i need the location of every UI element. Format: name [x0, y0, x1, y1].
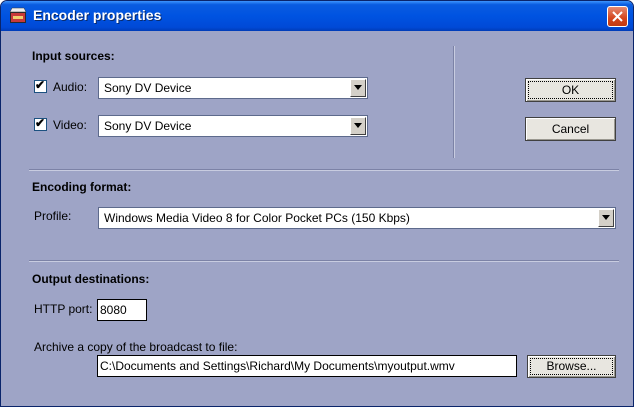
video-check-mark: ✔: [35, 116, 46, 130]
http-port-input[interactable]: 8080: [97, 299, 147, 321]
vertical-divider: [453, 46, 455, 158]
encoder-app-icon: [9, 7, 27, 23]
video-device-select[interactable]: Sony DV Device: [98, 115, 368, 137]
http-port-value: 8080: [100, 303, 127, 317]
input-sources-heading: Input sources:: [32, 49, 115, 63]
section-divider-1: [29, 169, 619, 171]
chevron-down-icon: [602, 215, 610, 220]
profile-dropdown-button[interactable]: [598, 209, 614, 227]
archive-label: Archive a copy of the broadcast to file:: [34, 340, 238, 354]
output-destinations-heading: Output destinations:: [32, 272, 150, 286]
audio-checkbox[interactable]: ✔: [34, 78, 47, 93]
ok-button[interactable]: OK: [525, 78, 616, 102]
encoder-properties-dialog: Encoder properties Input sources: ✔ Audi…: [0, 0, 634, 407]
video-label: Video:: [53, 118, 87, 132]
video-device-value: Sony DV Device: [104, 119, 192, 133]
cancel-button[interactable]: Cancel: [525, 117, 616, 141]
close-button[interactable]: [607, 6, 628, 27]
video-dropdown-button[interactable]: [350, 117, 366, 135]
audio-device-select[interactable]: Sony DV Device: [98, 77, 368, 99]
profile-select[interactable]: Windows Media Video 8 for Color Pocket P…: [98, 207, 616, 229]
browse-button[interactable]: Browse...: [527, 355, 616, 378]
archive-path-input[interactable]: C:\Documents and Settings\Richard\My Doc…: [97, 355, 517, 377]
http-port-label: HTTP port:: [34, 302, 93, 316]
chevron-down-icon: [354, 123, 362, 128]
section-divider-2: [29, 260, 619, 262]
chevron-down-icon: [354, 85, 362, 90]
window-title: Encoder properties: [33, 7, 162, 23]
audio-dropdown-button[interactable]: [350, 79, 366, 97]
encoding-format-heading: Encoding format:: [32, 180, 132, 194]
audio-label: Audio:: [53, 80, 88, 94]
audio-check-mark: ✔: [35, 78, 46, 92]
profile-value: Windows Media Video 8 for Color Pocket P…: [104, 211, 410, 225]
video-checkbox[interactable]: ✔: [34, 116, 47, 131]
profile-label: Profile:: [34, 209, 72, 223]
audio-device-value: Sony DV Device: [104, 81, 192, 95]
close-icon: [612, 11, 623, 22]
archive-path-value: C:\Documents and Settings\Richard\My Doc…: [100, 359, 455, 373]
title-bar[interactable]: Encoder properties: [1, 1, 633, 31]
